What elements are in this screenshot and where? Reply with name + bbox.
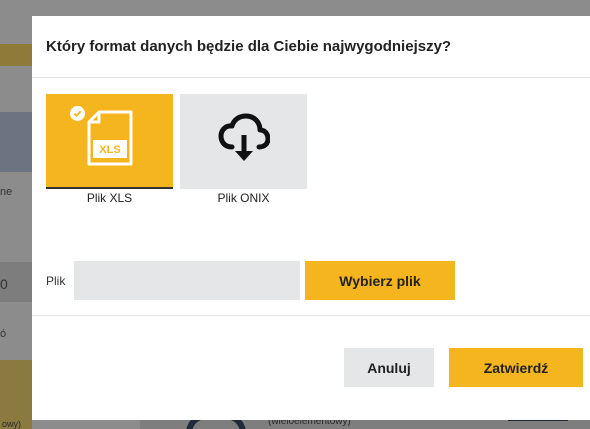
format-tile[interactable] [180, 94, 307, 189]
format-option-xls[interactable]: XLS Plik XLS [46, 94, 173, 205]
cancel-button[interactable]: Anuluj [344, 348, 434, 387]
background-strip [0, 112, 32, 172]
background-caption: owy) [2, 419, 22, 429]
format-tile[interactable]: XLS [46, 94, 173, 189]
background-strip [0, 44, 32, 66]
format-label: Plik XLS [86, 191, 133, 205]
xls-file-icon: XLS [87, 110, 133, 171]
confirm-button[interactable]: Zatwierdź [449, 348, 583, 387]
file-path-input[interactable] [74, 261, 300, 300]
dialog-header: Który format danych będzie dla Ciebie na… [32, 16, 590, 78]
file-row: Plik Wybierz plik [46, 261, 455, 300]
cloud-download-icon [218, 113, 270, 170]
format-label: Plik ONIX [217, 191, 270, 205]
format-dialog: Który format danych będzie dla Ciebie na… [32, 16, 590, 420]
divider [32, 315, 590, 316]
choose-file-button[interactable]: Wybierz plik [305, 261, 455, 300]
background-edge-text: ó [0, 328, 7, 340]
format-options: XLS Plik XLS Plik ONIX [46, 94, 307, 205]
background-edge-text: ne [0, 186, 13, 198]
file-label: Plik [46, 273, 66, 288]
xls-badge-text: XLS [99, 144, 120, 156]
background-edge-text: 0 [0, 276, 8, 292]
dialog-title: Który format danych będzie dla Ciebie na… [46, 38, 452, 55]
format-option-onix[interactable]: Plik ONIX [180, 94, 307, 205]
checkmark-icon [70, 106, 85, 121]
